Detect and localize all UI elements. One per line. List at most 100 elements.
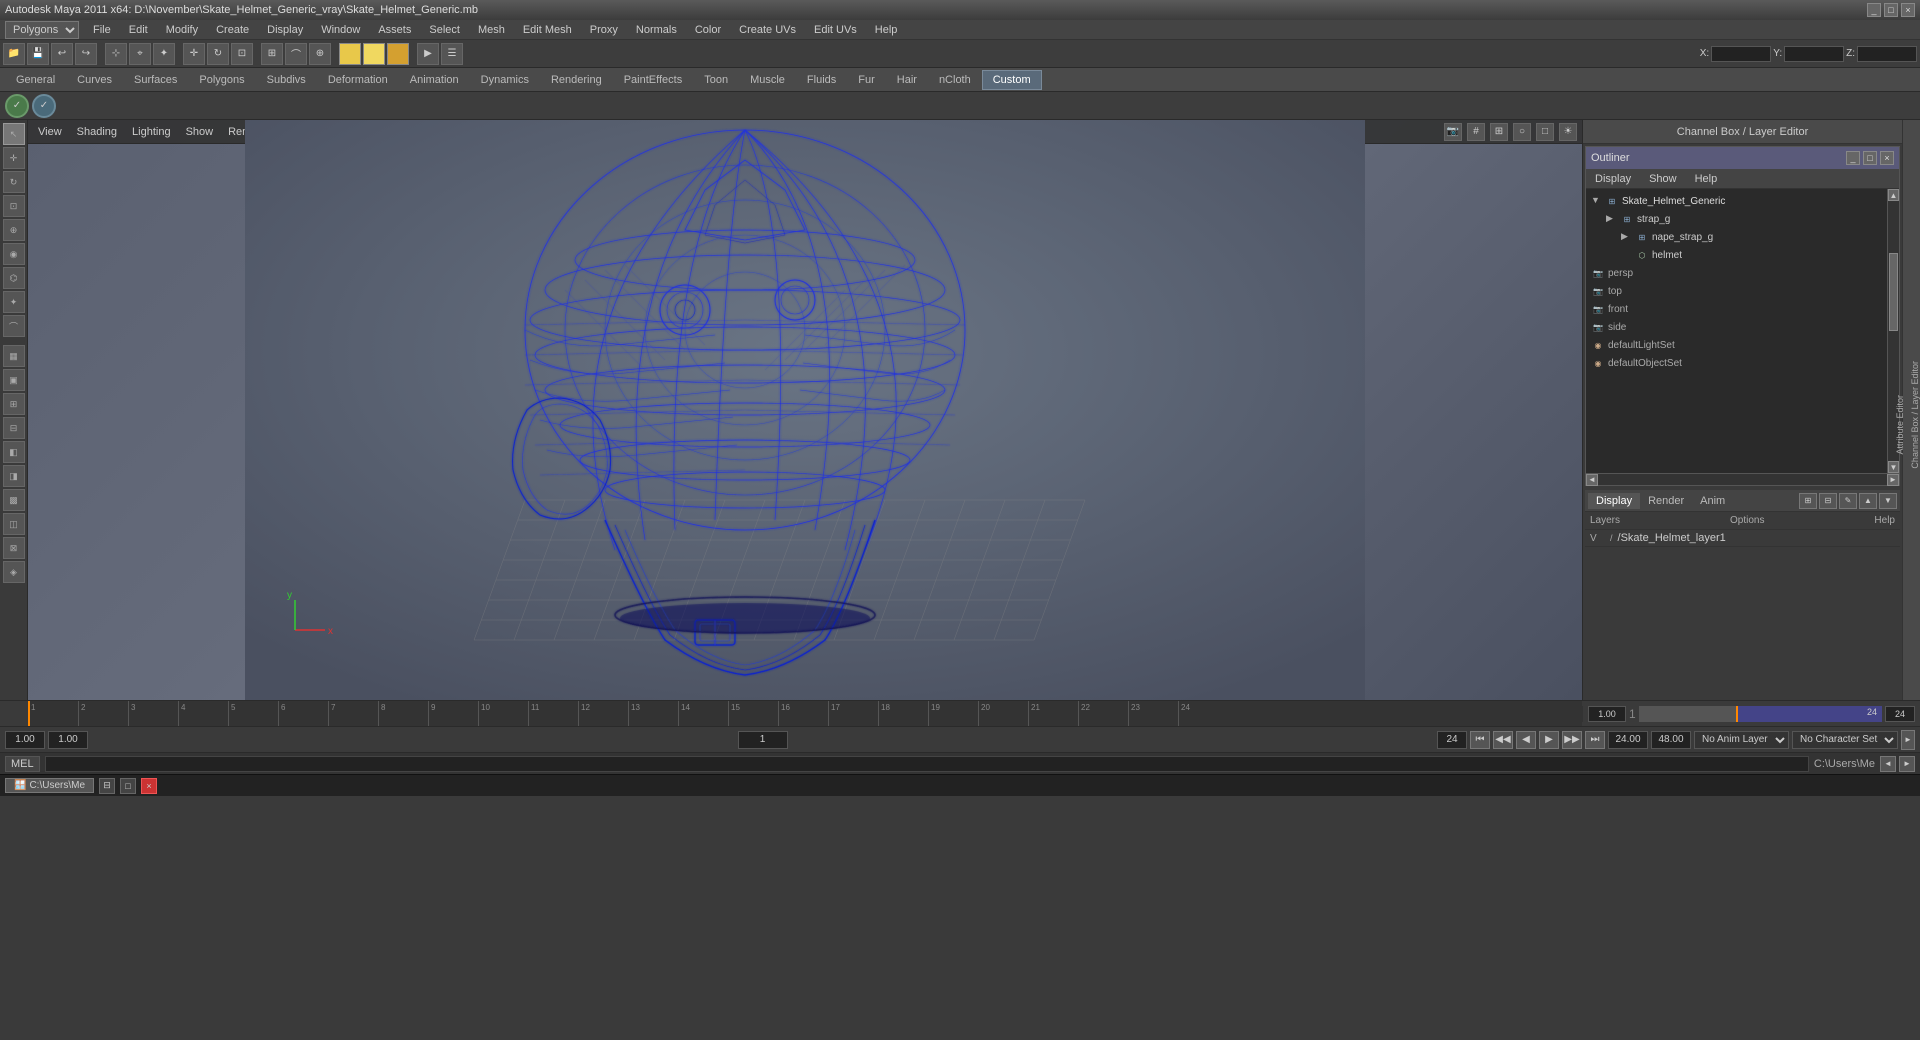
scroll-down-btn[interactable]: ▼ (1888, 461, 1899, 473)
tab-general[interactable]: General (5, 70, 66, 90)
close-btn[interactable]: × (1901, 3, 1915, 17)
menu-create-uvs[interactable]: Create UVs (735, 22, 800, 38)
expand-root[interactable]: ▼ (1591, 195, 1603, 207)
tool-sculpt[interactable]: ⌬ (3, 267, 25, 289)
anim-range-start[interactable] (1608, 731, 1648, 749)
tool-poly1[interactable]: ▦ (3, 345, 25, 367)
toolbar-snap-point[interactable]: ⊕ (309, 43, 331, 65)
tab-toon[interactable]: Toon (693, 70, 739, 90)
menu-mesh[interactable]: Mesh (474, 22, 509, 38)
tab-muscle[interactable]: Muscle (739, 70, 796, 90)
menu-assets[interactable]: Assets (374, 22, 415, 38)
toolbar-yellow-light2[interactable] (363, 43, 385, 65)
x-input[interactable] (1711, 46, 1771, 62)
z-input[interactable] (1857, 46, 1917, 62)
menu-select[interactable]: Select (425, 22, 464, 38)
toolbar-move[interactable]: ✛ (183, 43, 205, 65)
toolbar-orange-light[interactable] (387, 43, 409, 65)
tool-poly3[interactable]: ⊞ (3, 393, 25, 415)
viewport[interactable]: View Shading Lighting Show Renderer Pane… (28, 120, 1582, 700)
status-btn-2[interactable]: ✓ (32, 94, 56, 118)
pb-next-frame[interactable]: ▶▶ (1562, 731, 1582, 749)
ch-tab-display[interactable]: Display (1588, 493, 1640, 509)
menu-help[interactable]: Help (871, 22, 902, 38)
toolbar-snap-curve[interactable]: ⌒ (285, 43, 307, 65)
menu-create[interactable]: Create (212, 22, 253, 38)
title-bar-controls[interactable]: _ □ × (1867, 3, 1915, 17)
layer-icon-new[interactable]: ⊞ (1799, 493, 1817, 509)
outliner-item-lightset[interactable]: ◉ defaultLightSet (1586, 336, 1887, 354)
tab-deformation[interactable]: Deformation (317, 70, 399, 90)
toolbar-ipr[interactable]: ☰ (441, 43, 463, 65)
taskbar-btn1[interactable]: ⊟ (99, 778, 115, 794)
outliner-item-persp[interactable]: 📷 persp (1586, 264, 1887, 282)
toolbar-paint[interactable]: ✦ (153, 43, 175, 65)
anim-range-end[interactable] (1651, 731, 1691, 749)
tool-display2[interactable]: ◈ (3, 561, 25, 583)
tab-ncloth[interactable]: nCloth (928, 70, 982, 90)
tool-soft-mod[interactable]: ◉ (3, 243, 25, 265)
layer-icon-down[interactable]: ▼ (1879, 493, 1897, 509)
outliner-close[interactable]: × (1880, 151, 1894, 165)
playback-current[interactable] (48, 731, 88, 749)
scroll-right-btn[interactable]: ► (1901, 730, 1915, 750)
time-end-input[interactable] (1885, 706, 1915, 722)
status-btn-1[interactable]: ✓ (5, 94, 29, 118)
pb-skip-end[interactable]: ⏭ (1585, 731, 1605, 749)
tab-subdivs[interactable]: Subdivs (256, 70, 317, 90)
toolbar-render[interactable]: ▶ (417, 43, 439, 65)
menu-edit-mesh[interactable]: Edit Mesh (519, 22, 576, 38)
menu-color[interactable]: Color (691, 22, 725, 38)
toolbar-save[interactable]: 💾 (27, 43, 49, 65)
hscroll-left-btn[interactable]: ◄ (1586, 474, 1598, 486)
strip-attribute-editor[interactable]: Attribute Editor (1895, 395, 1905, 455)
mode-selector[interactable]: Polygons (5, 21, 79, 39)
tool-rotate[interactable]: ↻ (3, 171, 25, 193)
playback-range-end[interactable] (1437, 731, 1467, 749)
tool-scale[interactable]: ⊡ (3, 195, 25, 217)
outliner-menu-help[interactable]: Help (1691, 171, 1722, 187)
tab-surfaces[interactable]: Surfaces (123, 70, 188, 90)
tool-paint[interactable]: ✦ (3, 291, 25, 313)
tab-painteffects[interactable]: PaintEffects (613, 70, 694, 90)
layer-row-1[interactable]: V / /Skate_Helmet_layer1 (1585, 530, 1900, 547)
menu-edit[interactable]: Edit (125, 22, 152, 38)
tab-hair[interactable]: Hair (886, 70, 928, 90)
expand-strap[interactable]: ▶ (1606, 213, 1618, 225)
menu-display[interactable]: Display (263, 22, 307, 38)
tool-poly7[interactable]: ▩ (3, 489, 25, 511)
tab-fluids[interactable]: Fluids (796, 70, 847, 90)
range-bar[interactable]: 24 (1639, 706, 1882, 722)
menu-normals[interactable]: Normals (632, 22, 681, 38)
toolbar-snap-grid[interactable]: ⊞ (261, 43, 283, 65)
scroll-thumb[interactable] (1889, 253, 1898, 331)
playback-start[interactable] (5, 731, 45, 749)
tab-animation[interactable]: Animation (399, 70, 470, 90)
tab-dynamics[interactable]: Dynamics (470, 70, 540, 90)
command-line[interactable] (45, 756, 1809, 772)
outliner-menu-show[interactable]: Show (1645, 171, 1681, 187)
pb-prev-frame[interactable]: ◀ (1516, 731, 1536, 749)
toolbar-select[interactable]: ⊹ (105, 43, 127, 65)
outliner-item-objectset[interactable]: ◉ defaultObjectSet (1586, 354, 1887, 372)
tool-poly8[interactable]: ◫ (3, 513, 25, 535)
tab-polygons[interactable]: Polygons (188, 70, 255, 90)
tool-curve[interactable]: ⌒ (3, 315, 25, 337)
time-start-input[interactable] (1588, 706, 1626, 722)
outliner-item-helmet[interactable]: ▶ ⬡ helmet (1586, 246, 1887, 264)
menu-modify[interactable]: Modify (162, 22, 202, 38)
outliner-item-strap[interactable]: ▶ ⊞ strap_g (1586, 210, 1887, 228)
help-layer-label[interactable]: Help (1874, 515, 1895, 526)
outliner-minimize[interactable]: _ (1846, 151, 1860, 165)
outliner-item-root[interactable]: ▼ ⊞ Skate_Helmet_Generic (1586, 192, 1887, 210)
tool-move[interactable]: ✛ (3, 147, 25, 169)
taskbar-maya[interactable]: 🪟 C:\Users\Me (5, 778, 94, 793)
status-btn-a[interactable]: ◄ (1880, 756, 1896, 772)
outliner-menu-display[interactable]: Display (1591, 171, 1635, 187)
pb-skip-start[interactable]: ⏮ (1470, 731, 1490, 749)
minimize-btn[interactable]: _ (1867, 3, 1881, 17)
tool-universal[interactable]: ⊕ (3, 219, 25, 241)
toolbar-scale[interactable]: ⊡ (231, 43, 253, 65)
toolbar-rotate[interactable]: ↻ (207, 43, 229, 65)
maximize-btn[interactable]: □ (1884, 3, 1898, 17)
